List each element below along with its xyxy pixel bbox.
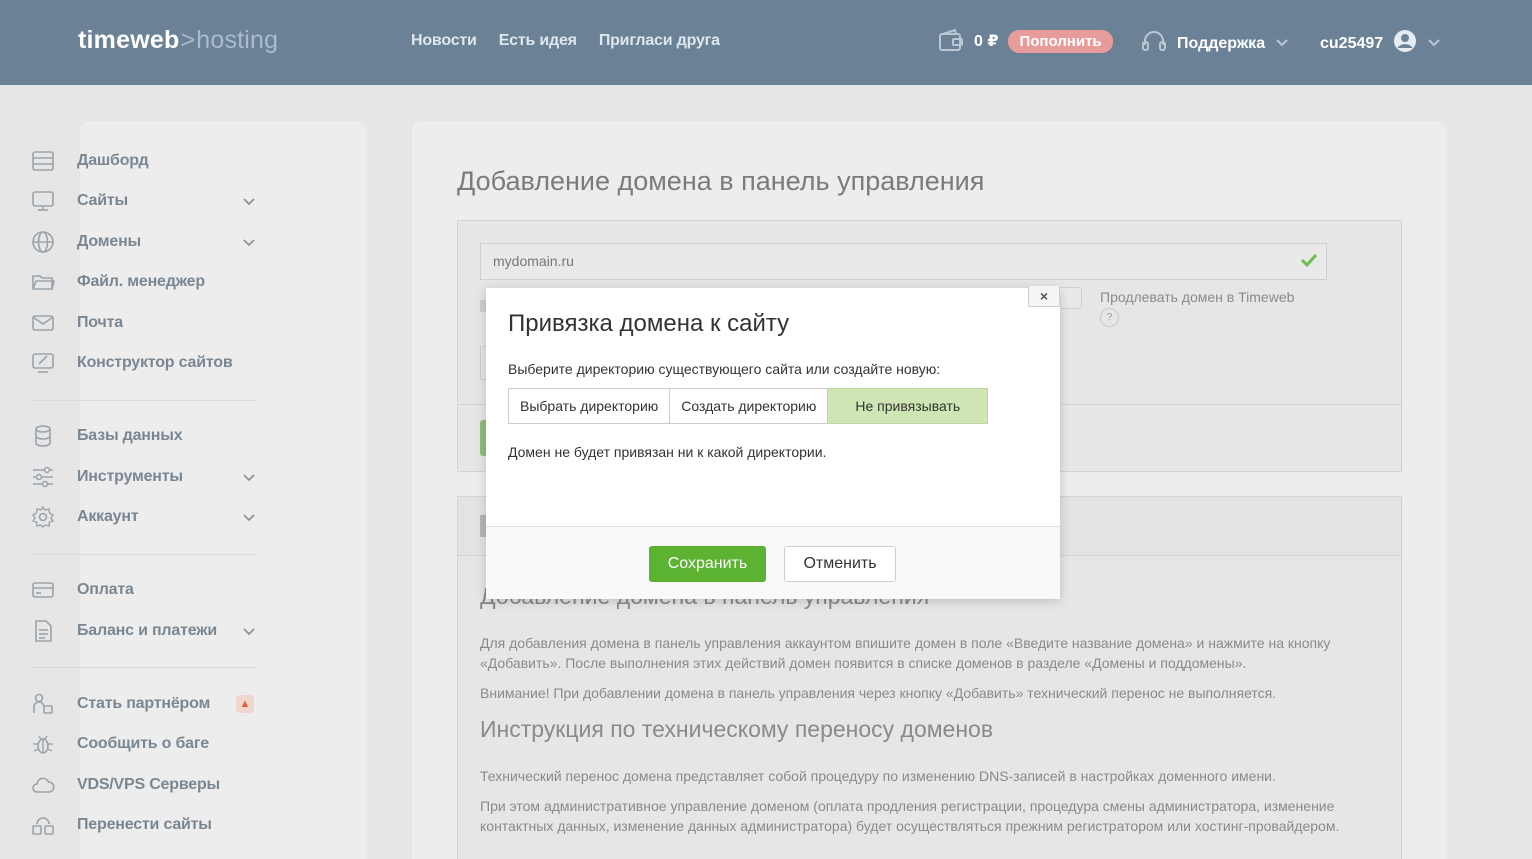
sidebar-item-label: VDS/VPS Серверы	[77, 776, 220, 793]
sidebar-item-dashboard[interactable]: Дашборд	[30, 146, 256, 176]
nav-link-idea[interactable]: Есть идея	[499, 32, 577, 50]
support-label: Поддержка	[1177, 34, 1266, 52]
chevron-down-icon	[242, 235, 256, 253]
sidebar-item-databases[interactable]: Базы данных	[30, 421, 256, 451]
sidebar-item-label: Файл. менеджер	[77, 273, 205, 290]
topup-button[interactable]: Пополнить	[1008, 29, 1113, 53]
logo[interactable]: timeweb>hosting	[78, 26, 278, 55]
fire-icon: ▲	[236, 695, 254, 713]
sidebar-item-label: Почта	[77, 314, 123, 331]
modal-info-text: Домен не будет привязан ни к какой дирек…	[508, 444, 827, 460]
sidebar-item-label: Дашборд	[77, 152, 149, 169]
sidebar-item-site-builder[interactable]: Конструктор сайтов	[30, 348, 256, 378]
sliders-icon	[30, 464, 56, 490]
section-heading: Инструкция по техническому переносу доме…	[480, 716, 994, 742]
sidebar-item-tools[interactable]: Инструменты	[30, 462, 256, 492]
gear-icon	[30, 504, 56, 530]
document-icon	[30, 618, 56, 644]
sidebar-item-file-manager[interactable]: Файл. менеджер	[30, 267, 256, 297]
wallet: 0 ₽ Пополнить	[938, 29, 1113, 53]
modal-title: Привязка домена к сайту	[508, 310, 790, 337]
check-icon	[1300, 252, 1318, 271]
cloud-icon	[30, 772, 56, 798]
sidebar-item-label: Перенести сайты	[77, 816, 212, 833]
sidebar-item-label: Домены	[77, 233, 142, 250]
paragraph: Для добавления домена в панель управлени…	[480, 635, 1331, 671]
option-create-directory[interactable]: Создать директорию	[670, 388, 829, 424]
sidebar-divider	[30, 554, 256, 555]
transfer-icon	[30, 812, 56, 838]
sidebar-divider	[30, 667, 256, 668]
modal-description: Выберите директорию существующего сайта …	[508, 361, 941, 377]
sidebar-item-label: Аккаунт	[77, 508, 139, 525]
option-no-binding[interactable]: Не привязывать	[828, 388, 989, 424]
sidebar-item-balance[interactable]: Баланс и платежи	[30, 616, 256, 646]
sidebar-item-partner[interactable]: Стать партнёром ▲	[30, 689, 256, 719]
domain-input-value: mydomain.ru	[493, 253, 574, 269]
page-title: Добавление домена в панель управления	[457, 166, 985, 196]
user-menu[interactable]: cu25497	[1320, 29, 1441, 58]
sidebar-item-label: Баланс и платежи	[77, 622, 217, 639]
sidebar-item-vds[interactable]: VDS/VPS Серверы	[30, 770, 256, 800]
chevron-down-icon	[242, 194, 256, 212]
wallet-icon	[938, 29, 964, 53]
chevron-down-icon	[242, 510, 256, 528]
nav-link-news[interactable]: Новости	[411, 32, 477, 50]
sidebar-item-label: Сообщить о баге	[77, 735, 210, 752]
globe-icon	[30, 229, 56, 255]
sidebar-item-sites[interactable]: Сайты	[30, 186, 256, 216]
modal-footer: Сохранить Отменить	[486, 526, 1060, 599]
sidebar-item-label: Базы данных	[77, 427, 183, 444]
sidebar-item-label: Сайты	[77, 192, 128, 209]
chevron-down-icon	[242, 624, 256, 642]
logo-separator: >	[180, 26, 196, 54]
directory-option-group: Выбрать директорию Создать директорию Не…	[508, 388, 989, 424]
monitor-icon	[30, 188, 56, 214]
sidebar-item-label: Конструктор сайтов	[77, 354, 233, 371]
dashboard-icon	[30, 148, 56, 174]
bug-icon	[30, 731, 56, 757]
sidebar-item-domains[interactable]: Домены	[30, 227, 256, 257]
cancel-button[interactable]: Отменить	[784, 546, 896, 582]
sidebar-divider	[30, 400, 256, 401]
sidebar-item-payment[interactable]: Оплата	[30, 575, 256, 605]
paragraph: При этом административное управление дом…	[480, 798, 1340, 834]
sidebar-item-report-bug[interactable]: Сообщить о баге	[30, 729, 256, 759]
chevron-down-icon	[1275, 35, 1289, 53]
renew-toggle[interactable]	[1058, 287, 1082, 309]
bind-domain-modal: × Привязка домена к сайту Выберите дирек…	[486, 286, 1060, 599]
option-select-directory[interactable]: Выбрать директорию	[508, 388, 671, 424]
support-menu[interactable]: Поддержка	[1141, 29, 1289, 58]
headset-icon	[1141, 29, 1167, 58]
sidebar-item-label: Оплата	[77, 581, 134, 598]
folder-icon	[30, 269, 56, 295]
paragraph: Внимание! При добавлении домена в панель…	[480, 685, 1277, 701]
logo-sub: hosting	[196, 26, 279, 54]
nav-link-invite[interactable]: Пригласи друга	[599, 32, 720, 50]
avatar-icon	[1393, 29, 1417, 58]
logo-main: timeweb	[78, 26, 180, 54]
chevron-down-icon	[1427, 35, 1441, 53]
sidebar-item-label: Стать партнёром	[77, 695, 211, 712]
renew-label: Продлевать домен в Timeweb	[1100, 289, 1295, 305]
help-icon[interactable]: ?	[1100, 308, 1119, 327]
save-button[interactable]: Сохранить	[649, 546, 766, 582]
database-icon	[30, 423, 56, 449]
sidebar-item-account[interactable]: Аккаунт	[30, 502, 256, 532]
top-nav: Новости Есть идея Пригласи друга	[411, 32, 720, 50]
partner-icon	[30, 691, 56, 717]
chevron-down-icon	[242, 470, 256, 488]
sidebar-item-transfer-sites[interactable]: Перенести сайты	[30, 810, 256, 840]
domain-input[interactable]: mydomain.ru	[480, 243, 1327, 280]
balance-value: 0 ₽	[974, 33, 999, 50]
builder-icon	[30, 350, 56, 376]
username: cu25497	[1320, 34, 1384, 52]
paragraph: Технический перенос домена представляет …	[480, 768, 1276, 784]
close-button[interactable]: ×	[1028, 286, 1060, 307]
top-header: timeweb>hosting Новости Есть идея Пригла…	[0, 0, 1532, 85]
card-icon	[30, 577, 56, 603]
mail-icon	[30, 310, 56, 336]
sidebar-item-label: Инструменты	[77, 468, 183, 485]
sidebar-item-mail[interactable]: Почта	[30, 308, 256, 338]
